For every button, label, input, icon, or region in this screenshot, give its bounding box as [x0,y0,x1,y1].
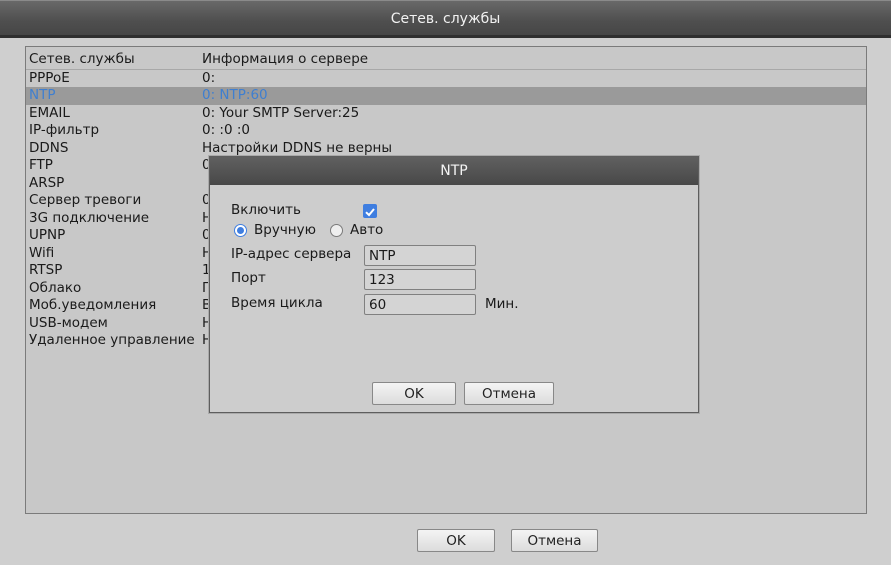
service-name: Wifi [29,244,55,261]
mode-manual-label: Вручную [254,222,316,238]
cycle-unit-label: Мин. [485,296,519,312]
enable-checkbox[interactable] [363,204,377,218]
service-name: FTP [29,157,53,173]
service-name: Моб.уведомления [29,297,157,313]
service-name: Сервер тревоги [29,192,142,208]
ntp-dialog: NTP Включить Вручную Авто IP-адрес серве… [209,156,699,413]
service-name: EMAIL [29,104,70,121]
table-row[interactable]: NTP 0: NTP:60 [26,87,866,105]
port-label: Порт [231,270,266,286]
cycle-input[interactable] [364,294,476,315]
ntp-cancel-button[interactable]: Отмена [464,382,554,405]
service-name: DDNS [29,139,69,156]
ntp-dialog-title: NTP [210,157,698,185]
service-name: NTP [29,87,56,103]
ntp-ok-button[interactable]: OK [372,382,456,405]
cycle-label: Время цикла [231,295,323,311]
service-name: ARSP [29,174,65,191]
window-title: Сетев. службы [0,0,891,38]
mode-auto-radio[interactable] [330,224,343,237]
table-row[interactable]: IP-фильтр 0: :0 :0 [26,122,866,140]
checkmark-icon [365,208,375,217]
table-row[interactable]: EMAIL 0: Your SMTP Server:25 [26,105,866,123]
server-input[interactable] [364,245,476,266]
table-header: Сетев. службы Информация о сервере [26,51,866,70]
cancel-button[interactable]: Отмена [511,529,598,552]
service-name: Удаленное управление [29,332,195,348]
server-label: IP-адрес сервера [231,246,352,262]
service-name: USB-модем [29,314,108,331]
column-header-server-info: Информация о сервере [202,51,369,67]
service-name: 3G подключение [29,209,150,226]
enable-label: Включить [231,202,301,218]
port-input[interactable] [364,269,476,290]
server-info: 0: NTP:60 [202,87,268,103]
server-info: 0: [202,69,216,86]
service-name: Облако [29,279,82,296]
service-name: UPNP [29,227,66,243]
server-info: Настройки DDNS не верны [202,139,393,156]
mode-manual-radio[interactable] [234,224,247,237]
service-name: IP-фильтр [29,122,100,138]
column-header-service: Сетев. службы [29,51,135,67]
table-row[interactable]: DDNS Настройки DDNS не верны [26,140,866,158]
service-name: RTSP [29,262,63,278]
service-name: PPPoE [29,69,70,86]
server-info: 0: Your SMTP Server:25 [202,104,360,121]
server-info: 0: :0 :0 [202,122,250,138]
mode-auto-label: Авто [350,222,384,238]
ok-button[interactable]: OK [417,529,495,552]
table-row[interactable]: PPPoE 0: [26,70,866,88]
